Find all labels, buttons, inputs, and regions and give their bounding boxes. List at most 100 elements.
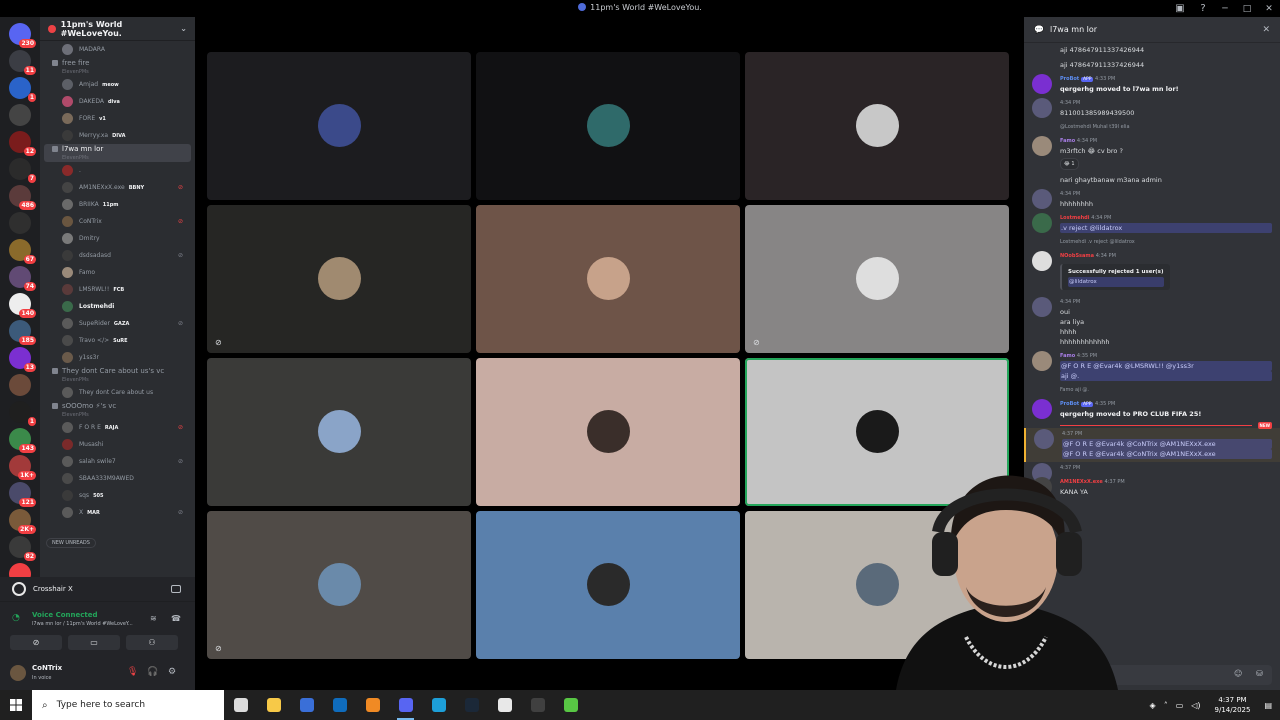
close-window-button[interactable]: ✕ [1258,0,1280,17]
edge-taskbar-button[interactable] [422,690,455,720]
voice-location[interactable]: l7wa mn lor / 11pm's World #WeLoveY... [32,621,144,627]
server-icon[interactable]: 185 [9,320,36,345]
popout-icon[interactable] [171,585,181,593]
shield-icon[interactable]: ◈ [1150,701,1156,710]
windows-start-button[interactable] [0,690,32,720]
server-icon[interactable]: 82 [9,536,36,561]
voice-channel[interactable]: free fire ElevenPMs [40,58,195,76]
voice-member[interactable]: They dont Care about us [40,384,195,401]
noise-suppression-icon[interactable]: ≋ [150,614,157,623]
chat-message[interactable]: 4:37 PM @F O R E @Evar4k @CoNTrix @AM1NEX… [1024,428,1280,462]
server-icon[interactable]: 7 [9,158,36,183]
participant-tile[interactable]: ⊘ [207,205,471,353]
settings-gear-icon[interactable]: ⚙ [168,667,176,677]
reply-preview[interactable]: Lostmehdi .v reject @lildatrox [1060,238,1272,247]
screen-share-button[interactable]: ▭ [68,635,120,650]
server-icon[interactable]: NEW [9,563,31,577]
new-unreads-pill[interactable]: NEW UNREADS [46,538,96,548]
participant-tile[interactable] [207,358,471,506]
voice-member[interactable]: dsdsadasd ⊘ [40,247,195,264]
avatar[interactable] [1032,74,1052,94]
message-author[interactable]: NOobSsama [1060,253,1096,259]
voice-channel[interactable]: They dont Care about us's vc ElevenPMs [40,366,195,384]
avatar[interactable] [10,665,26,681]
disconnect-icon[interactable]: ☎ [171,614,181,623]
chat-message[interactable]: aji 478647911337426944 [1024,43,1280,58]
user-name[interactable]: CoNTrix [32,664,62,672]
emoji-icon[interactable]: ☺ [1234,669,1242,678]
server-icon[interactable]: 140 [9,293,36,318]
server-icon[interactable] [9,104,31,126]
message-author[interactable]: ProBot [1060,76,1081,82]
chat-message[interactable]: NOobSsama 4:34 PM Successfully rejected 1… [1024,250,1280,296]
minimize-button[interactable]: ─ [1214,0,1236,17]
taskbar-search[interactable]: ⌕ Type here to search [32,690,224,720]
participant-tile[interactable] [476,358,740,506]
avatar[interactable] [1032,136,1052,156]
avatar[interactable] [1032,213,1052,233]
voice-member[interactable]: Travo </> SuRE [40,332,195,349]
voice-member[interactable]: CoNTrix ⊘ [40,213,195,230]
message-author[interactable]: Lostmehdi [1060,215,1091,221]
voice-member[interactable]: y1ss3r [40,349,195,366]
voice-member[interactable]: salah swile7 ⊘ [40,453,195,470]
voice-member[interactable]: DAKEDA diva [40,93,195,110]
server-icon[interactable]: 67 [9,239,36,264]
network-icon[interactable]: ▭ [1176,701,1184,710]
voice-member[interactable]: FORE v1 [40,110,195,127]
outlook-taskbar-button[interactable] [323,690,356,720]
inbox-icon[interactable]: ▣ [1173,2,1187,15]
participant-tile[interactable] [476,52,740,200]
server-icon[interactable]: 11 [9,50,36,75]
activity-button[interactable]: ⚇ [126,635,178,650]
voice-member[interactable]: Musashi [40,436,195,453]
participant-tile[interactable] [207,52,471,200]
camera-off-button[interactable]: ⊘ [10,635,62,650]
avatar[interactable] [1032,189,1052,209]
reaction[interactable]: 😂 1 [1060,158,1079,170]
voice-member[interactable]: X MAR ⊘ [40,504,195,521]
voice-member[interactable]: MADARA [40,41,195,58]
chat-message[interactable]: ProBot APP 4:33 PM qergerhg moved to l7wa… [1024,73,1280,97]
file-explorer-taskbar-button[interactable] [257,690,290,720]
clock[interactable]: 4:37 PM 9/14/2025 [1215,695,1251,715]
voice-member[interactable]: Lostmehdi [40,298,195,315]
chat-message[interactable]: Famo 4:35 PM @F O R E @Evar4k @LMSRWL!! @… [1024,350,1280,384]
avatar[interactable] [1032,297,1052,317]
chat-message[interactable]: Famo aji @. [1024,384,1280,398]
message-author[interactable]: Famo [1060,353,1077,359]
voice-member[interactable]: SupeRider GAZA ⊘ [40,315,195,332]
chat-message[interactable]: Lostmehdi 4:34 PM .v reject @lildatrox [1024,212,1280,236]
server-icon[interactable]: 230 [9,23,36,48]
chat-message[interactable]: ProBot APP 4:35 PM qergerhg moved to PRO … [1024,398,1280,422]
obs-taskbar-button[interactable] [521,690,554,720]
voice-channel[interactable]: sOOOmo ⚡'s vc ElevenPMs [40,401,195,419]
chat-message[interactable]: aji 478647911337426944 [1024,58,1280,73]
headphones-icon[interactable]: 🎧 [147,667,158,677]
server-icon[interactable] [9,374,31,396]
chat-message[interactable]: 4:34 PM hhhhhhhh [1024,188,1280,212]
voice-member[interactable]: . [40,162,195,179]
chat-message[interactable]: @Lostmehdi Muhal t39l elia [1024,121,1280,135]
voice-member[interactable]: sqs 505 [40,487,195,504]
steam-taskbar-button[interactable] [455,690,488,720]
server-header[interactable]: 11pm's World #WeLoveYou. ⌄ [40,17,195,41]
message-author[interactable]: ProBot [1060,401,1081,407]
task-view-taskbar-button[interactable] [224,690,257,720]
volume-icon[interactable]: ◁) [1191,701,1200,710]
avatar[interactable] [1032,351,1052,371]
chevron-down-icon[interactable]: ⌄ [180,24,187,33]
message-author[interactable]: Famo [1060,138,1077,144]
chat-message[interactable]: 4:34 PM 811001385989439500 [1024,97,1280,121]
server-icon[interactable]: 74 [9,266,36,291]
mute-mic-icon[interactable]: 🎙 [127,667,138,677]
server-icon[interactable]: 13 [9,347,36,372]
crosshair-taskbar-button[interactable] [488,690,521,720]
voice-member[interactable]: F O R E RAJA ⊘ [40,419,195,436]
server-icon[interactable]: 143 [9,428,36,453]
server-icon[interactable]: 1 [9,77,36,102]
app-b-taskbar-button[interactable] [554,690,587,720]
crosshair-activity[interactable]: Crosshair X [0,577,195,601]
participant-tile[interactable]: ⊘ [207,511,471,659]
discord-taskbar-button[interactable] [389,690,422,720]
